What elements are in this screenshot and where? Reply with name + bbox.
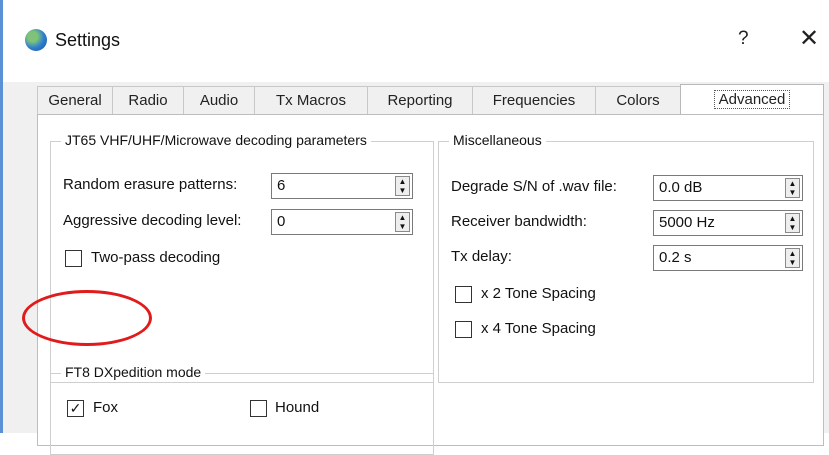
advanced-panel: JT65 VHF/UHF/Microwave decoding paramete… <box>37 114 824 455</box>
two-pass-label: Two-pass decoding <box>91 249 221 266</box>
checkmark-icon: ✓ <box>69 400 82 416</box>
x4-tone-spacing-label: x 4 Tone Spacing <box>481 320 596 337</box>
tx-delay-value: 0.2 s <box>659 249 692 266</box>
jt65-group-title: JT65 VHF/UHF/Microwave decoding paramete… <box>61 132 371 148</box>
receiver-bandwidth-spinbox[interactable]: 5000 Hz ▲ ▼ <box>653 210 803 236</box>
tab-frequencies[interactable]: Frequencies <box>472 86 596 114</box>
app-globe-icon <box>25 29 47 51</box>
aggressive-decoding-spinbox[interactable]: 0 ▲ ▼ <box>271 209 413 235</box>
close-button[interactable]: ✕ <box>799 24 819 53</box>
tab-audio[interactable]: Audio <box>183 86 255 114</box>
two-pass-checkbox[interactable] <box>65 250 82 267</box>
aggressive-decoding-label: Aggressive decoding level: <box>63 212 242 229</box>
degrade-sn-value: 0.0 dB <box>659 179 703 196</box>
misc-group-title: Miscellaneous <box>449 132 546 148</box>
ft8-dxpedition-group: FT8 DXpedition mode ✓ Fox Hound <box>50 364 434 455</box>
tab-advanced[interactable]: Advanced <box>680 84 824 115</box>
random-erasure-spinbox[interactable]: 6 ▲ ▼ <box>271 173 413 199</box>
tab-radio[interactable]: Radio <box>112 86 184 114</box>
tx-delay-spinbox[interactable]: 0.2 s ▲ ▼ <box>653 245 803 271</box>
tab-colors[interactable]: Colors <box>595 86 681 114</box>
hound-checkbox[interactable] <box>250 400 267 417</box>
jt65-decoding-group: JT65 VHF/UHF/Microwave decoding paramete… <box>50 132 434 383</box>
aggressive-decoding-value: 0 <box>277 213 286 230</box>
spin-arrows-icon[interactable]: ▲ ▼ <box>785 248 800 268</box>
x2-tone-spacing-label: x 2 Tone Spacing <box>481 285 596 302</box>
fox-checkbox[interactable]: ✓ <box>67 400 84 417</box>
random-erasure-label: Random erasure patterns: <box>63 176 238 193</box>
miscellaneous-group: Miscellaneous Degrade S/N of .wav file: … <box>438 132 814 383</box>
dialog-content: General Radio Audio Tx Macros Reporting … <box>3 82 829 455</box>
hound-label: Hound <box>275 399 320 416</box>
title-bar[interactable]: Settings ? ✕ <box>3 0 829 82</box>
random-erasure-value: 6 <box>277 177 286 194</box>
settings-window: Settings ? ✕ General Radio Audio Tx Macr… <box>0 0 829 455</box>
receiver-bandwidth-label: Receiver bandwidth: <box>451 213 587 230</box>
degrade-sn-label: Degrade S/N of .wav file: <box>451 178 617 195</box>
tab-general[interactable]: General <box>37 86 113 114</box>
spin-arrows-icon[interactable]: ▲ ▼ <box>785 178 800 198</box>
window-title: Settings <box>55 30 121 50</box>
highlight-circle <box>22 290 152 346</box>
x4-tone-spacing-checkbox[interactable] <box>455 321 472 338</box>
x2-tone-spacing-checkbox[interactable] <box>455 286 472 303</box>
ft8-group-title: FT8 DXpedition mode <box>61 364 206 380</box>
receiver-bandwidth-value: 5000 Hz <box>659 214 715 231</box>
tab-reporting[interactable]: Reporting <box>367 86 473 114</box>
fox-label: Fox <box>93 399 119 416</box>
spin-arrows-icon[interactable]: ▲ ▼ <box>785 213 800 233</box>
spin-arrows-icon[interactable]: ▲ ▼ <box>395 176 410 196</box>
tab-tx-macros[interactable]: Tx Macros <box>254 86 368 114</box>
degrade-sn-spinbox[interactable]: 0.0 dB ▲ ▼ <box>653 175 803 201</box>
tx-delay-label: Tx delay: <box>451 248 512 265</box>
help-button[interactable]: ? <box>738 28 749 50</box>
spin-arrows-icon[interactable]: ▲ ▼ <box>395 212 410 232</box>
